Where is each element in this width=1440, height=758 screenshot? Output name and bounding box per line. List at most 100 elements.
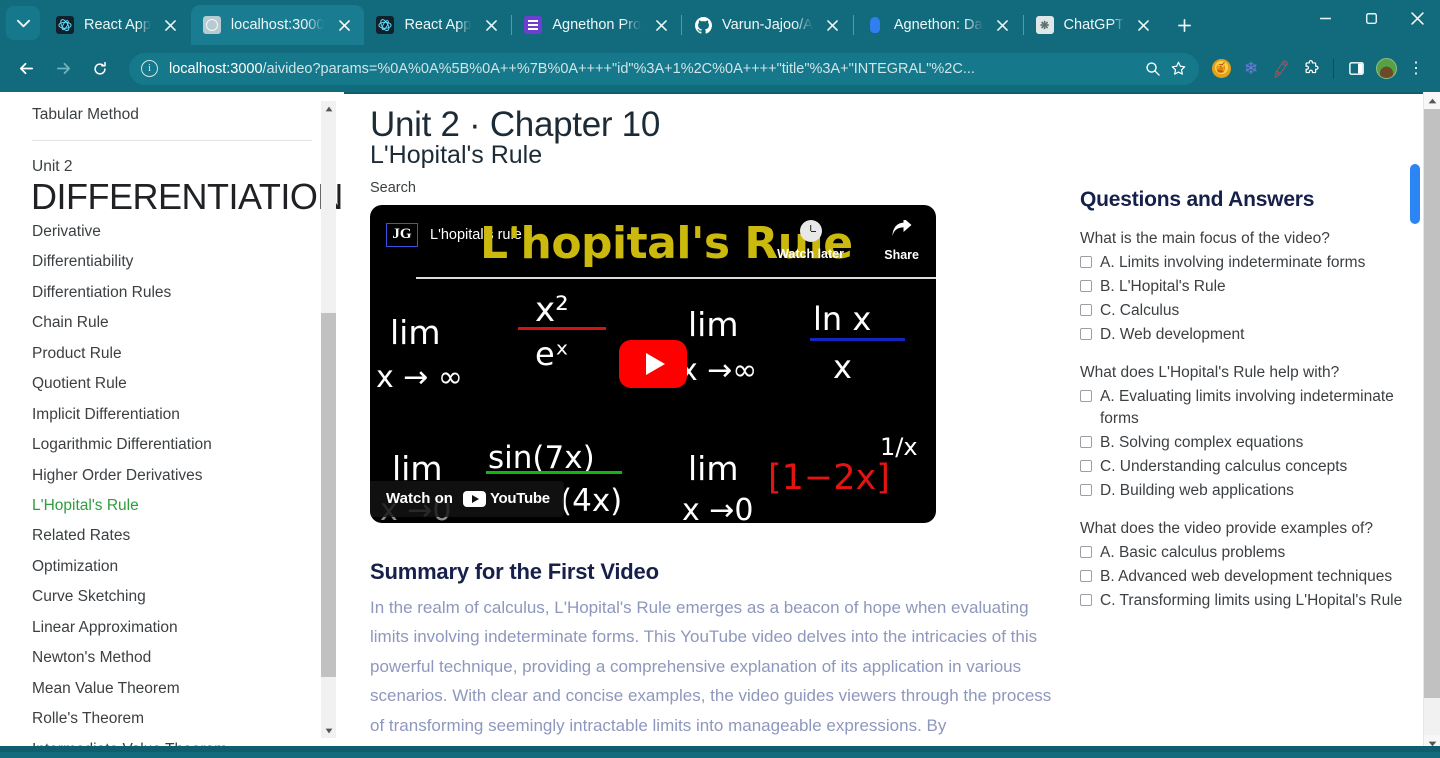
sidebar-item-lhopitals-rule[interactable]: L'Hopital's Rule bbox=[32, 491, 344, 521]
url-host: localhost:3000 bbox=[169, 60, 263, 77]
close-icon[interactable] bbox=[991, 13, 1015, 37]
puzzle-extensions-icon[interactable] bbox=[1297, 55, 1325, 83]
maximize-button[interactable] bbox=[1348, 0, 1394, 36]
checkbox-icon[interactable] bbox=[1080, 484, 1092, 496]
tab-agnethon-pro[interactable]: Agnethon Pro bbox=[512, 5, 681, 45]
qa-option[interactable]: B. L'Hopital's Rule bbox=[1080, 276, 1403, 298]
close-icon[interactable] bbox=[821, 13, 845, 37]
checkbox-icon[interactable] bbox=[1080, 304, 1092, 316]
sidebar-item-higher-order-derivatives[interactable]: Higher Order Derivatives bbox=[32, 461, 344, 491]
web-page-content: Tabular Method Unit 2 DIFFERENTIATION De… bbox=[0, 92, 1440, 752]
youtube-video-embed[interactable]: JG L'hopital's rule L'hopital's Rule Wat… bbox=[370, 204, 936, 523]
scroll-up-arrow-icon[interactable] bbox=[1424, 92, 1440, 109]
youtube-logo-icon: YouTube bbox=[462, 490, 550, 508]
forward-button[interactable] bbox=[47, 53, 79, 85]
page-scroll-thumb[interactable] bbox=[1424, 109, 1440, 698]
tab-search-button[interactable] bbox=[6, 6, 40, 40]
checkbox-icon[interactable] bbox=[1080, 570, 1092, 582]
profile-avatar[interactable] bbox=[1372, 55, 1400, 83]
watch-on-youtube-button[interactable]: Watch on YouTube bbox=[370, 480, 564, 517]
search-icon[interactable] bbox=[1139, 56, 1165, 82]
tab-title: localhost:3000 bbox=[230, 17, 325, 33]
qa-option[interactable]: A. Basic calculus problems bbox=[1080, 542, 1403, 564]
sidebar-item-derivative[interactable]: Derivative bbox=[32, 217, 344, 247]
site-info-icon[interactable]: i bbox=[141, 60, 158, 77]
sidebar-item-optimization[interactable]: Optimization bbox=[32, 552, 344, 582]
side-panel-icon[interactable] bbox=[1342, 55, 1370, 83]
checkbox-icon[interactable] bbox=[1080, 280, 1092, 292]
close-window-button[interactable] bbox=[1394, 0, 1440, 36]
sidebar-item-related-rates[interactable]: Related Rates bbox=[32, 521, 344, 551]
youtube-label: YouTube bbox=[489, 490, 550, 508]
qa-option[interactable]: C. Understanding calculus concepts bbox=[1080, 456, 1403, 478]
qa-option[interactable]: D. Building web applications bbox=[1080, 480, 1403, 502]
sidebar-item-quotient-rule[interactable]: Quotient Rule bbox=[32, 369, 344, 399]
checkbox-icon[interactable] bbox=[1080, 594, 1092, 606]
close-icon[interactable] bbox=[479, 13, 503, 37]
maximize-icon bbox=[1365, 12, 1377, 24]
checkbox-icon[interactable] bbox=[1080, 328, 1092, 340]
address-bar[interactable]: i localhost:3000/aivideo?params=%0A%0A%5… bbox=[129, 52, 1199, 85]
snowflake-extension-icon[interactable]: ❄ bbox=[1237, 55, 1265, 83]
sidebar-item-differentiability[interactable]: Differentiability bbox=[32, 247, 344, 277]
checkbox-icon[interactable] bbox=[1080, 436, 1092, 448]
sidebar-item-intermediate-value-theorem[interactable]: Intermediate Value Theorem bbox=[32, 735, 344, 746]
sidebar-item-rolles-theorem[interactable]: Rolle's Theorem bbox=[32, 704, 344, 734]
minimize-button[interactable] bbox=[1302, 0, 1348, 36]
qa-option-label: A. Evaluating limits involving indetermi… bbox=[1100, 388, 1394, 427]
tab-react-app-1[interactable]: React App bbox=[44, 5, 191, 45]
sidebar-item-mean-value-theorem[interactable]: Mean Value Theorem bbox=[32, 674, 344, 704]
sidebar-scroll-thumb[interactable] bbox=[321, 313, 336, 677]
close-icon[interactable] bbox=[159, 13, 183, 37]
qa-option[interactable]: B. Advanced web development techniques bbox=[1080, 566, 1403, 588]
play-button[interactable] bbox=[619, 339, 687, 388]
close-icon[interactable] bbox=[1132, 13, 1156, 37]
close-icon[interactable] bbox=[649, 13, 673, 37]
sidebar-item-newtons-method[interactable]: Newton's Method bbox=[32, 643, 344, 673]
inner-scroll-thumb[interactable] bbox=[1410, 164, 1420, 224]
checkbox-icon[interactable] bbox=[1080, 256, 1092, 268]
chrome-menu-icon[interactable]: ⋮ bbox=[1402, 55, 1430, 83]
sidebar-item-tabular-method[interactable]: Tabular Method bbox=[32, 92, 344, 140]
qa-option[interactable]: C. Transforming limits using L'Hopital's… bbox=[1080, 590, 1403, 612]
qa-option[interactable]: D. Web development bbox=[1080, 324, 1403, 346]
tab-chatgpt[interactable]: ❋ ChatGPT bbox=[1024, 5, 1164, 45]
qa-option[interactable]: B. Solving complex equations bbox=[1080, 432, 1403, 454]
forward-arrow-icon bbox=[56, 62, 70, 75]
sidebar-item-chain-rule[interactable]: Chain Rule bbox=[32, 308, 344, 338]
scroll-down-arrow-icon[interactable] bbox=[321, 723, 336, 738]
back-button[interactable] bbox=[10, 53, 42, 85]
math-expr: x →0 bbox=[682, 492, 754, 523]
new-tab-button[interactable] bbox=[1170, 10, 1200, 40]
tab-agnethon-da[interactable]: Agnethon: Da bbox=[854, 5, 1023, 45]
sidebar-scrollbar[interactable] bbox=[321, 101, 336, 738]
tab-localhost-3000[interactable]: localhost:3000 bbox=[190, 5, 365, 45]
scroll-up-arrow-icon[interactable] bbox=[321, 101, 336, 116]
address-bar-url: localhost:3000/aivideo?params=%0A%0A%5B%… bbox=[169, 61, 1139, 77]
sidebar-item-differentiation-rules[interactable]: Differentiation Rules bbox=[32, 278, 344, 308]
sidebar-item-curve-sketching[interactable]: Curve Sketching bbox=[32, 582, 344, 612]
page-scrollbar[interactable] bbox=[1423, 92, 1440, 752]
qa-option[interactable]: A. Evaluating limits involving indetermi… bbox=[1080, 386, 1403, 430]
tab-react-app-2[interactable]: React App bbox=[364, 5, 511, 45]
tab-github-varun-jajoo[interactable]: Varun-Jajoo/A bbox=[682, 5, 853, 45]
browser-window: React App localhost:3000 React App Agnet… bbox=[0, 0, 1440, 758]
sidebar-item-product-rule[interactable]: Product Rule bbox=[32, 339, 344, 369]
qa-question-text: What does the video provide examples of? bbox=[1080, 520, 1373, 537]
checkbox-icon[interactable] bbox=[1080, 460, 1092, 472]
sidebar-item-linear-approximation[interactable]: Linear Approximation bbox=[32, 613, 344, 643]
search-label[interactable]: Search bbox=[370, 180, 1067, 196]
close-icon[interactable] bbox=[332, 13, 356, 37]
honey-extension-icon[interactable]: 🍯 bbox=[1207, 55, 1235, 83]
reload-button[interactable] bbox=[84, 53, 116, 85]
qa-question-text: What is the main focus of the video? bbox=[1080, 230, 1330, 247]
sidebar-item-implicit-differentiation[interactable]: Implicit Differentiation bbox=[32, 400, 344, 430]
fraction-bar-blue bbox=[810, 337, 905, 342]
qa-option[interactable]: C. Calculus bbox=[1080, 300, 1403, 322]
qa-option[interactable]: A. Limits involving indeterminate forms bbox=[1080, 252, 1403, 274]
sidebar-item-logarithmic-differentiation[interactable]: Logarithmic Differentiation bbox=[32, 430, 344, 460]
bookmark-star-icon[interactable] bbox=[1165, 56, 1191, 82]
pen-extension-icon[interactable]: 🖍 bbox=[1265, 52, 1297, 84]
checkbox-icon[interactable] bbox=[1080, 546, 1092, 558]
checkbox-icon[interactable] bbox=[1080, 390, 1092, 402]
